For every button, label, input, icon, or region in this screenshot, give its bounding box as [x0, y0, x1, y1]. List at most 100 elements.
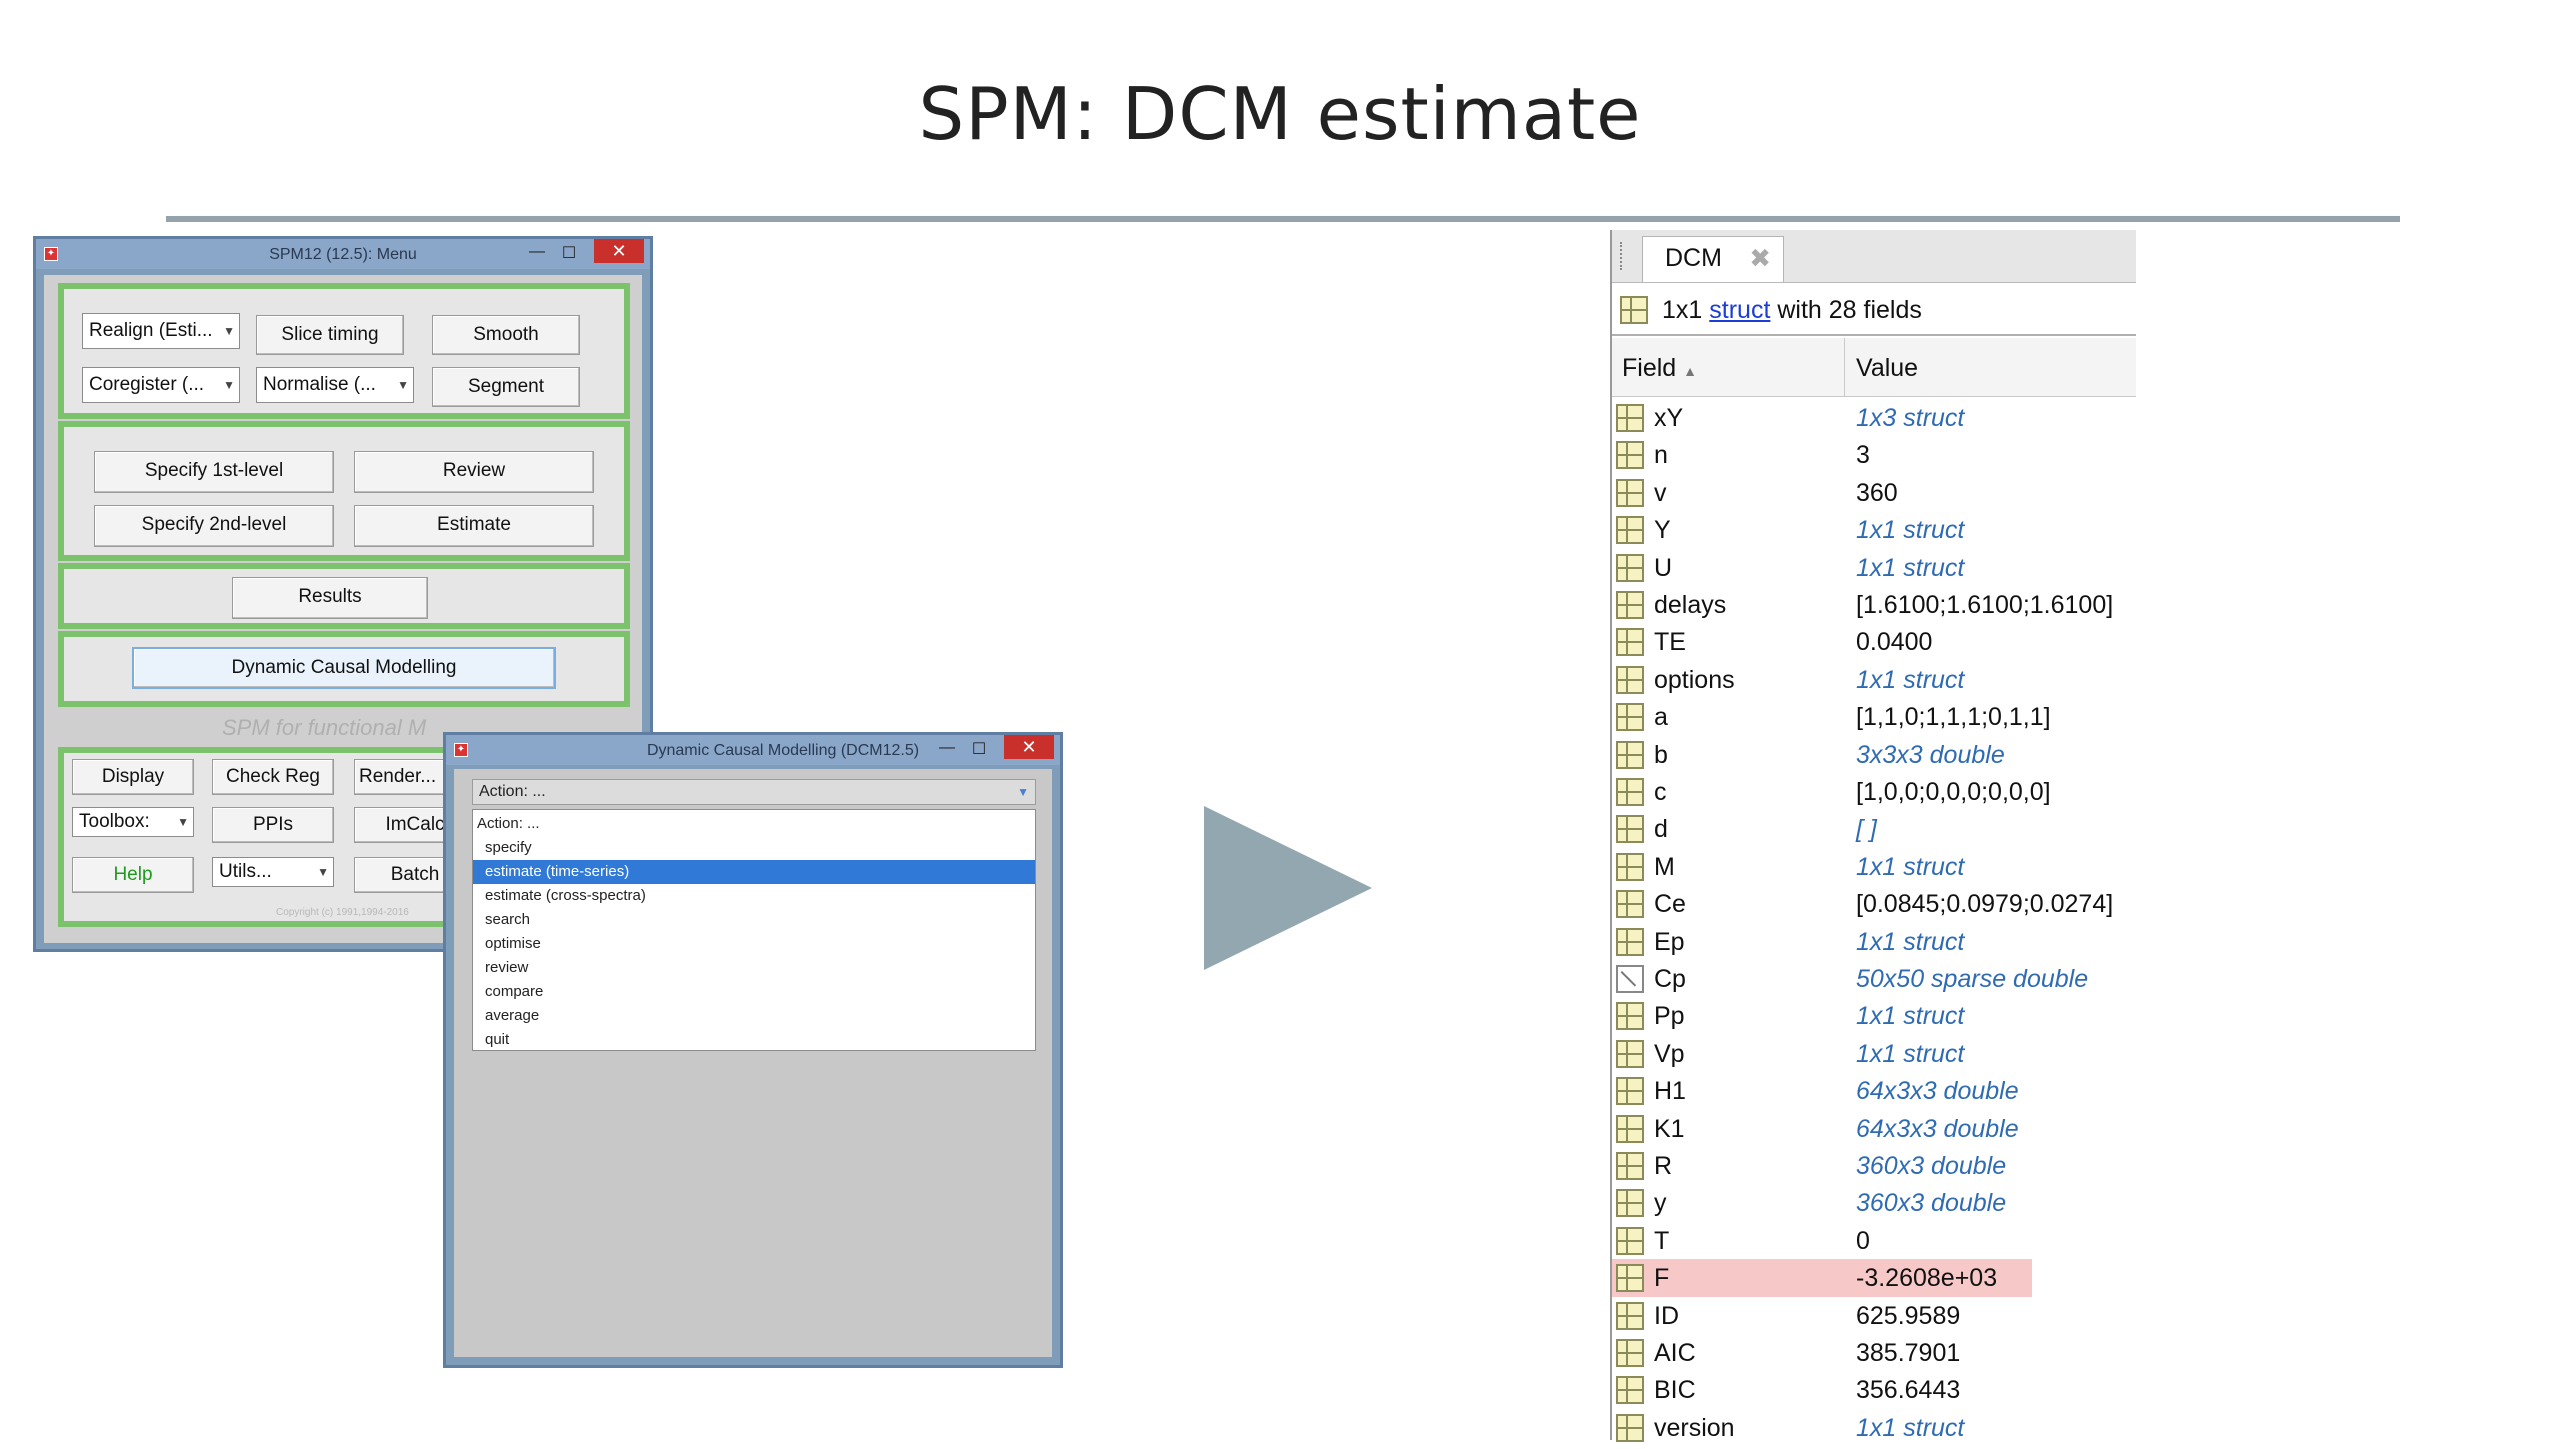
- field-row[interactable]: U 1x1 struct: [1612, 550, 2136, 587]
- slice-timing-button[interactable]: Slice timing: [256, 315, 404, 355]
- normalise-select[interactable]: Normalise (... ▼: [256, 367, 414, 403]
- field-row[interactable]: version 1x1 struct: [1612, 1410, 2136, 1447]
- field-row[interactable]: AIC 385.7901: [1612, 1335, 2136, 1372]
- field-name: Y: [1654, 516, 1671, 545]
- field-row[interactable]: Ce [0.0845;0.0979;0.0274]: [1612, 886, 2136, 923]
- field-row[interactable]: T0: [1612, 1223, 2136, 1260]
- chevron-down-icon: ▼: [317, 865, 329, 879]
- field-icon-wrap: [1616, 628, 1644, 663]
- field-row[interactable]: y 360x3 double: [1612, 1185, 2136, 1222]
- check-reg-button[interactable]: Check Reg: [212, 759, 334, 795]
- struct-icon: [1616, 927, 1644, 956]
- results-button[interactable]: Results: [232, 577, 428, 619]
- field-row[interactable]: n3: [1612, 437, 2136, 474]
- field-row[interactable]: ID 625.9589: [1612, 1298, 2136, 1335]
- field-row[interactable]: a [1,1,0;1,1,1;0,1,1]: [1612, 699, 2136, 736]
- struct-icon: [1616, 1002, 1644, 1031]
- display-button[interactable]: Display: [72, 759, 194, 795]
- field-row[interactable]: BIC 356.6443: [1612, 1372, 2136, 1409]
- field-name: F: [1654, 1264, 1670, 1293]
- field-name: Ce: [1654, 890, 1686, 919]
- field-row[interactable]: c [1,0,0;0,0,0;0,0,0]: [1612, 774, 2136, 811]
- field-row[interactable]: Y 1x1 struct: [1612, 512, 2136, 549]
- action-item[interactable]: specify: [473, 836, 1035, 860]
- field-row[interactable]: TE 0.0400: [1612, 624, 2136, 661]
- ppis-button[interactable]: PPIs: [212, 807, 334, 843]
- field-value: 1x1 struct: [1856, 1039, 1965, 1068]
- field-name: TE: [1654, 628, 1686, 657]
- dynamic-causal-modelling-button[interactable]: Dynamic Causal Modelling: [132, 647, 556, 689]
- model-panel: Specify 1st-level Review Specify 2nd-lev…: [58, 421, 630, 561]
- field-row[interactable]: Ep 1x1 struct: [1612, 924, 2136, 961]
- field-row[interactable]: H1 64x3x3 double: [1612, 1073, 2136, 1110]
- spm-menu-titlebar[interactable]: ✦ SPM12 (12.5): Menu — ☐ ✕: [36, 239, 650, 269]
- field-row[interactable]: M 1x1 struct: [1612, 849, 2136, 886]
- action-item[interactable]: optimise: [473, 932, 1035, 956]
- field-value: 625.9589: [1856, 1301, 1961, 1330]
- chevron-down-icon: ▼: [223, 378, 235, 392]
- field-row[interactable]: v 360: [1612, 475, 2136, 512]
- matrix-icon: [1616, 778, 1644, 806]
- field-row[interactable]: Cp 50x50 sparse double: [1612, 961, 2136, 998]
- review-button[interactable]: Review: [354, 451, 594, 493]
- tab-dcm[interactable]: DCM ✖: [1642, 236, 1784, 282]
- field-row[interactable]: Pp 1x1 struct: [1612, 998, 2136, 1035]
- utils-select[interactable]: Utils... ▼: [212, 857, 334, 887]
- column-divider[interactable]: [1844, 338, 1845, 396]
- field-row[interactable]: delays [1.6100;1.6100;1.6100]: [1612, 587, 2136, 624]
- spm-footer-label: SPM for functional M: [222, 715, 427, 740]
- action-item[interactable]: estimate (cross-spectra): [473, 884, 1035, 908]
- action-item[interactable]: average: [473, 1004, 1035, 1028]
- field-row[interactable]: K1 64x3x3 double: [1612, 1111, 2136, 1148]
- minimize-icon[interactable]: —: [934, 739, 960, 759]
- field-row[interactable]: d [ ]: [1612, 811, 2136, 848]
- struct-icon: [1616, 665, 1644, 694]
- field-row[interactable]: options 1x1 struct: [1612, 662, 2136, 699]
- field-icon-wrap: [1616, 591, 1644, 626]
- realign-select[interactable]: Realign (Esti... ▼: [82, 313, 240, 349]
- field-value: 360x3 double: [1856, 1152, 2007, 1180]
- field-icon-wrap: [1616, 1226, 1644, 1262]
- action-item[interactable]: review: [473, 956, 1035, 980]
- field-row[interactable]: F -3.2608e+03: [1612, 1260, 2136, 1297]
- column-header-field[interactable]: Field ▲: [1622, 354, 1697, 383]
- field-row[interactable]: xY 1x3 struct: [1612, 400, 2136, 437]
- field-name: Vp: [1654, 1039, 1685, 1068]
- coregister-select[interactable]: Coregister (... ▼: [82, 367, 240, 403]
- action-select[interactable]: Action: ... ▼: [472, 779, 1036, 805]
- field-value: [ ]: [1856, 815, 1877, 844]
- field-row[interactable]: Vp 1x1 struct: [1612, 1036, 2136, 1073]
- field-name: n: [1654, 441, 1668, 470]
- help-button[interactable]: Help: [72, 857, 194, 893]
- maximize-icon[interactable]: ☐: [556, 243, 582, 263]
- drag-handle-icon[interactable]: [1620, 242, 1626, 270]
- segment-button[interactable]: Segment: [432, 367, 580, 407]
- specify-1st-level-button[interactable]: Specify 1st-level: [94, 451, 334, 493]
- toolbox-select[interactable]: Toolbox: ▼: [72, 807, 194, 837]
- close-icon[interactable]: ✕: [1004, 735, 1054, 759]
- matrix-icon: [1616, 703, 1644, 732]
- estimate-button[interactable]: Estimate: [354, 505, 594, 547]
- close-tab-icon[interactable]: ✖: [1749, 237, 1771, 279]
- action-item[interactable]: quit: [473, 1028, 1035, 1052]
- field-name: BIC: [1654, 1376, 1696, 1405]
- column-header-value[interactable]: Value: [1856, 354, 1918, 383]
- action-item[interactable]: Action: ...: [473, 812, 1035, 836]
- action-item[interactable]: compare: [473, 980, 1035, 1004]
- field-value: 64x3x3 double: [1856, 1077, 2019, 1106]
- close-icon[interactable]: ✕: [594, 239, 644, 263]
- field-row[interactable]: b 3x3x3 double: [1612, 737, 2136, 774]
- action-list[interactable]: Action: ... specify estimate (time-series)…: [472, 809, 1036, 1051]
- dcm-dialog-titlebar[interactable]: ✦ Dynamic Causal Modelling (DCM12.5) — ☐…: [446, 735, 1060, 765]
- sparse-matrix-icon: [1616, 965, 1644, 993]
- struct-link[interactable]: struct: [1709, 296, 1770, 324]
- maximize-icon[interactable]: ☐: [966, 739, 992, 759]
- field-icon-wrap: [1616, 703, 1644, 738]
- minimize-icon[interactable]: —: [524, 243, 550, 263]
- action-item[interactable]: search: [473, 908, 1035, 932]
- specify-2nd-level-button[interactable]: Specify 2nd-level: [94, 505, 334, 547]
- action-item[interactable]: estimate (time-series): [473, 860, 1035, 884]
- field-value: [1,0,0;0,0,0;0,0,0]: [1856, 778, 2051, 806]
- field-row[interactable]: R 360x3 double: [1612, 1148, 2136, 1185]
- smooth-button[interactable]: Smooth: [432, 315, 580, 355]
